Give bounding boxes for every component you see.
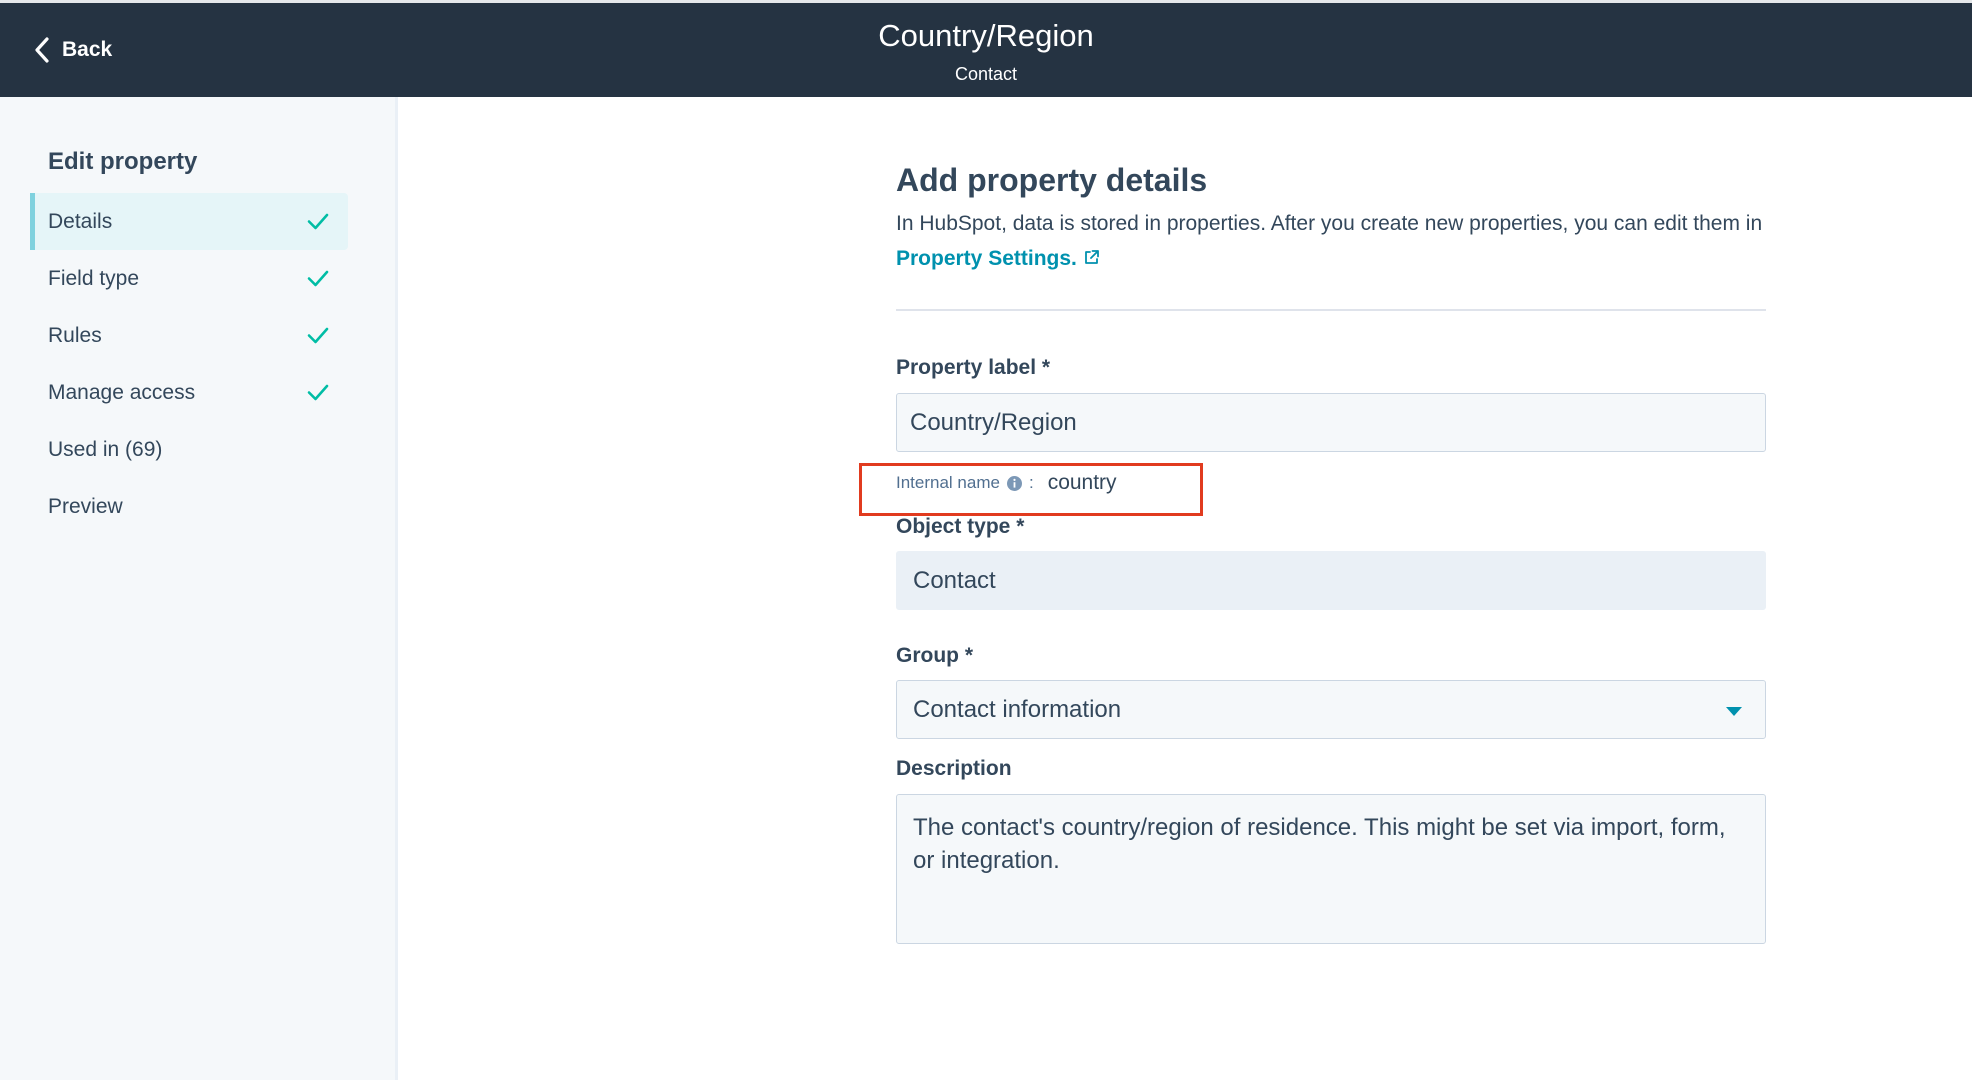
sidebar-item-label: Preview: [48, 494, 123, 518]
property-label-label: Property label *: [896, 356, 1051, 379]
sidebar-item-label: Rules: [48, 323, 102, 347]
internal-name-highlight: [859, 463, 1203, 516]
property-settings-link-label: Property Settings.: [896, 247, 1077, 270]
external-link-icon: [1084, 250, 1099, 264]
sidebar-item-preview[interactable]: Preview: [30, 478, 348, 535]
form-title: Add property details: [896, 162, 1208, 198]
sidebar-heading: Edit property: [48, 148, 198, 175]
check-icon: [307, 384, 329, 401]
description-value: The contact's country/region of residenc…: [913, 814, 1726, 874]
check-icon: [307, 270, 329, 287]
sidebar: Edit property Details Field type Rules M…: [0, 97, 398, 1080]
sidebar-item-rules[interactable]: Rules: [30, 307, 348, 364]
object-type-value: Contact: [913, 566, 996, 594]
sidebar-item-label: Manage access: [48, 380, 196, 404]
sidebar-item-label: Details: [48, 209, 113, 233]
sidebar-item-label: Field type: [48, 266, 140, 290]
sidebar-item-label: Used in (69): [48, 437, 163, 461]
description-textarea[interactable]: The contact's country/region of residenc…: [896, 794, 1766, 944]
page-subtitle: Contact: [954, 64, 1018, 84]
property-settings-link[interactable]: Property Settings.: [896, 247, 1100, 270]
property-label-value: Country/Region: [910, 408, 1077, 436]
sidebar-item-manage-access[interactable]: Manage access: [30, 364, 348, 421]
property-label-input[interactable]: Country/Region: [896, 393, 1766, 452]
object-type-label: Object type *: [896, 515, 1025, 538]
check-icon: [307, 213, 329, 230]
section-divider: [896, 309, 1766, 311]
group-label: Group *: [896, 644, 973, 667]
intro-text: In HubSpot, data is stored in properties…: [896, 206, 1766, 276]
description-label: Description: [896, 757, 1012, 780]
sidebar-item-details[interactable]: Details: [30, 193, 348, 250]
group-value: Contact information: [913, 695, 1122, 723]
check-icon: [307, 327, 329, 344]
object-type-field: Contact: [896, 551, 1766, 610]
top-header: Back Country/Region Contact: [0, 0, 1972, 97]
caret-down-icon: [1726, 707, 1742, 716]
group-select[interactable]: Contact information: [896, 680, 1766, 739]
sidebar-item-used-in[interactable]: Used in (69): [30, 421, 348, 478]
sidebar-nav: Details Field type Rules Manage access U…: [30, 193, 348, 535]
intro-body: In HubSpot, data is stored in properties…: [896, 212, 1763, 235]
page-title: Country/Region: [878, 18, 1094, 53]
sidebar-item-field-type[interactable]: Field type: [30, 250, 348, 307]
